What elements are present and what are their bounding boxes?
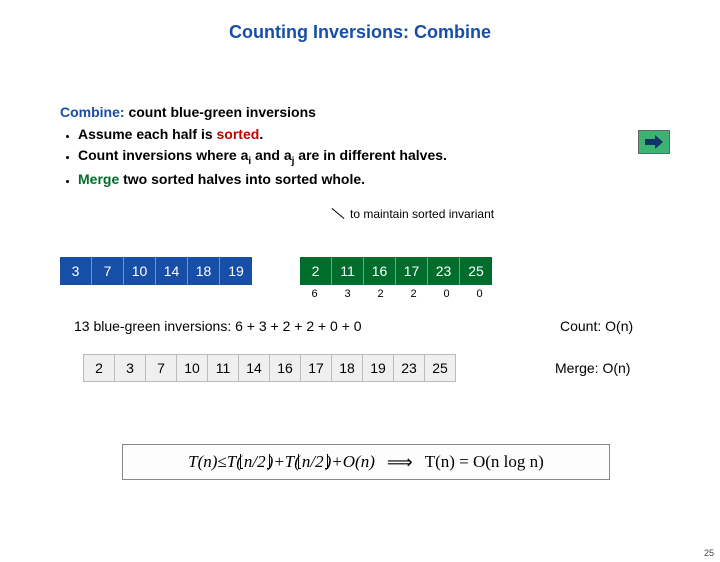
combine-label: Combine:: [60, 104, 125, 120]
merged-cell: 17: [300, 354, 332, 382]
right-array: 2 11 16 17 23 25: [300, 257, 492, 285]
merged-cell: 16: [269, 354, 301, 382]
merged-cell: 18: [331, 354, 363, 382]
bullet-list: Assume each half is sorted. Count invers…: [78, 124, 447, 189]
merge-complexity: Merge: O(n): [555, 360, 630, 376]
bullet-2-mid: and a: [251, 147, 291, 163]
merged-cell: 7: [145, 354, 177, 382]
merged-cell: 14: [238, 354, 270, 382]
right-cell: 16: [364, 257, 396, 285]
bullet-1-pre: Assume each half is: [78, 126, 217, 142]
bullet-1-post: .: [259, 126, 263, 142]
rec-floor: n/2: [242, 452, 268, 472]
count-cell: 2: [397, 288, 430, 300]
rec-lhs: T(n): [188, 452, 217, 472]
right-cell: 2: [300, 257, 332, 285]
count-cell: 2: [364, 288, 397, 300]
count-complexity: Count: O(n): [560, 318, 633, 334]
page-number: 25: [704, 548, 714, 558]
left-cell: 3: [60, 257, 92, 285]
merged-cell: 10: [176, 354, 208, 382]
left-cell: 10: [124, 257, 156, 285]
left-cell: 7: [92, 257, 124, 285]
bullet-2-pre: Count inversions where a: [78, 147, 248, 163]
combine-desc: count blue-green inversions: [125, 104, 316, 120]
merged-cell: 2: [83, 354, 115, 382]
left-cell: 19: [220, 257, 252, 285]
recurrence-formula: T(n) ≤ T(n/2)+T(n/2)+O(n) ⟹ T(n) = O(n l…: [122, 444, 610, 480]
left-cell: 18: [188, 257, 220, 285]
merged-array: 2 3 7 10 11 14 16 17 18 19 23 25: [84, 354, 456, 382]
merged-cell: 23: [393, 354, 425, 382]
count-cell: 6: [298, 288, 331, 300]
rec-t3: )+O(n): [326, 452, 375, 472]
bullet-3-post: two sorted halves into sorted whole.: [119, 171, 365, 187]
right-cell: 23: [428, 257, 460, 285]
rec-le: ≤: [217, 452, 226, 472]
bullet-2: Count inversions where ai and aj are in …: [78, 145, 447, 169]
rec-rhs: T(n) = O(n log n): [425, 452, 544, 472]
input-arrays: 3 7 10 14 18 19 2 11 16 17 23 25: [60, 257, 492, 285]
bullet-1: Assume each half is sorted.: [78, 124, 447, 144]
implies-icon: ⟹: [387, 452, 413, 473]
merged-cell: 25: [424, 354, 456, 382]
count-cell: 0: [463, 288, 496, 300]
bullet-3-merge: Merge: [78, 171, 119, 187]
combine-line: Combine: count blue-green inversions: [60, 102, 447, 122]
rec-ceil: n/2: [300, 452, 326, 472]
merged-cell: 19: [362, 354, 394, 382]
right-cell: 25: [460, 257, 492, 285]
merged-cell: 11: [207, 354, 239, 382]
right-cell: 11: [332, 257, 364, 285]
left-array: 3 7 10 14 18 19: [60, 257, 252, 285]
bullet-1-sorted: sorted: [217, 126, 260, 142]
count-cell: 0: [430, 288, 463, 300]
merged-cell: 3: [114, 354, 146, 382]
count-cell: 3: [331, 288, 364, 300]
bullet-2-post: are in different halves.: [294, 147, 447, 163]
right-cell: 17: [396, 257, 428, 285]
combine-block: Combine: count blue-green inversions Ass…: [60, 102, 447, 189]
inversions-summary: 13 blue-green inversions: 6 + 3 + 2 + 2 …: [74, 318, 362, 334]
left-cell: 14: [156, 257, 188, 285]
bullet-3: Merge two sorted halves into sorted whol…: [78, 169, 447, 189]
rec-t2: )+T(: [268, 452, 300, 472]
play-icon: [645, 135, 663, 149]
slide-title: Counting Inversions: Combine: [0, 22, 720, 43]
play-button[interactable]: [638, 130, 670, 154]
annotation-text: to maintain sorted invariant: [350, 207, 494, 221]
inversion-counts: 6 3 2 2 0 0: [298, 288, 496, 300]
